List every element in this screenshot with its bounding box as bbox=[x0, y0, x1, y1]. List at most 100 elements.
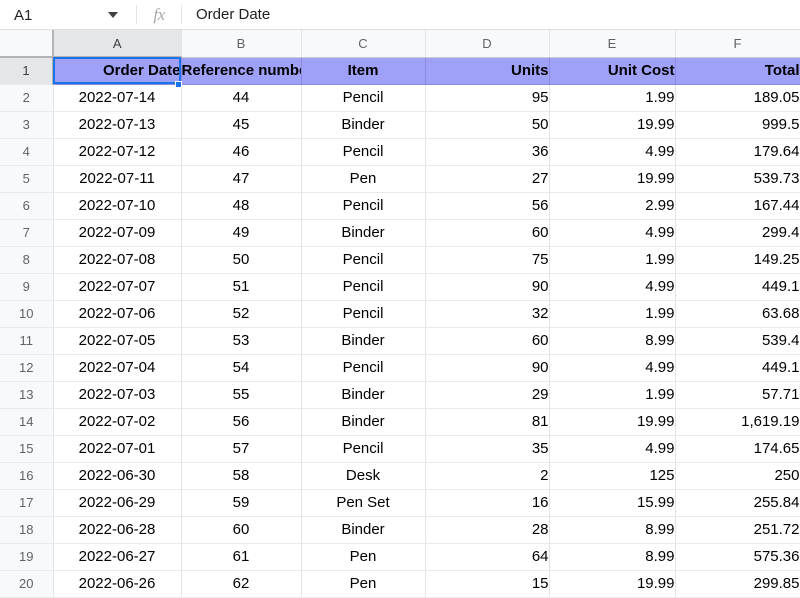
column-header-e[interactable]: E bbox=[549, 30, 676, 58]
row-header-7[interactable]: 7 bbox=[0, 219, 54, 247]
cell-f8[interactable]: 149.25 bbox=[675, 246, 800, 274]
cell-d13[interactable]: 29 bbox=[425, 381, 550, 409]
table-row[interactable]: 14 2022-07-02 56 Binder 81 19.99 1,619.19 bbox=[0, 408, 800, 436]
cell-c2[interactable]: Pencil bbox=[301, 84, 426, 112]
cell-c16[interactable]: Desk bbox=[301, 462, 426, 490]
chevron-down-icon[interactable] bbox=[108, 12, 118, 18]
cell-a2[interactable]: 2022-07-14 bbox=[53, 84, 182, 112]
table-row[interactable]: 9 2022-07-07 51 Pencil 90 4.99 449.1 bbox=[0, 273, 800, 301]
cell-a6[interactable]: 2022-07-10 bbox=[53, 192, 182, 220]
table-row[interactable]: 12 2022-07-04 54 Pencil 90 4.99 449.1 bbox=[0, 354, 800, 382]
cell-a16[interactable]: 2022-06-30 bbox=[53, 462, 182, 490]
cell-e7[interactable]: 4.99 bbox=[549, 219, 676, 247]
cell-a17[interactable]: 2022-06-29 bbox=[53, 489, 182, 517]
row-header-15[interactable]: 15 bbox=[0, 435, 54, 463]
cell-f12[interactable]: 449.1 bbox=[675, 354, 800, 382]
cell-d8[interactable]: 75 bbox=[425, 246, 550, 274]
cell-c3[interactable]: Binder bbox=[301, 111, 426, 139]
cell-e19[interactable]: 8.99 bbox=[549, 543, 676, 571]
cell-b13[interactable]: 55 bbox=[181, 381, 302, 409]
cell-a1[interactable]: Order Date bbox=[53, 57, 182, 85]
cell-c8[interactable]: Pencil bbox=[301, 246, 426, 274]
cell-f10[interactable]: 63.68 bbox=[675, 300, 800, 328]
cell-c15[interactable]: Pencil bbox=[301, 435, 426, 463]
cell-d18[interactable]: 28 bbox=[425, 516, 550, 544]
table-row[interactable]: 16 2022-06-30 58 Desk 2 125 250 bbox=[0, 462, 800, 490]
cell-c17[interactable]: Pen Set bbox=[301, 489, 426, 517]
cell-e16[interactable]: 125 bbox=[549, 462, 676, 490]
row-header-12[interactable]: 12 bbox=[0, 354, 54, 382]
cell-c5[interactable]: Pen bbox=[301, 165, 426, 193]
column-header-f[interactable]: F bbox=[675, 30, 800, 58]
column-header-d[interactable]: D bbox=[425, 30, 550, 58]
cell-f11[interactable]: 539.4 bbox=[675, 327, 800, 355]
cell-b6[interactable]: 48 bbox=[181, 192, 302, 220]
cell-b18[interactable]: 60 bbox=[181, 516, 302, 544]
cell-e4[interactable]: 4.99 bbox=[549, 138, 676, 166]
row-header-20[interactable]: 20 bbox=[0, 570, 54, 598]
cell-f13[interactable]: 57.71 bbox=[675, 381, 800, 409]
cell-e2[interactable]: 1.99 bbox=[549, 84, 676, 112]
cell-a15[interactable]: 2022-07-01 bbox=[53, 435, 182, 463]
row-header-8[interactable]: 8 bbox=[0, 246, 54, 274]
cell-b3[interactable]: 45 bbox=[181, 111, 302, 139]
cell-d15[interactable]: 35 bbox=[425, 435, 550, 463]
cell-e12[interactable]: 4.99 bbox=[549, 354, 676, 382]
row-header-18[interactable]: 18 bbox=[0, 516, 54, 544]
row-header-6[interactable]: 6 bbox=[0, 192, 54, 220]
cell-e10[interactable]: 1.99 bbox=[549, 300, 676, 328]
row-header-19[interactable]: 19 bbox=[0, 543, 54, 571]
cell-a14[interactable]: 2022-07-02 bbox=[53, 408, 182, 436]
cell-e5[interactable]: 19.99 bbox=[549, 165, 676, 193]
cell-f16[interactable]: 250 bbox=[675, 462, 800, 490]
cell-f14[interactable]: 1,619.19 bbox=[675, 408, 800, 436]
table-row[interactable]: 1 Order Date Reference number Item Units… bbox=[0, 57, 800, 85]
row-header-5[interactable]: 5 bbox=[0, 165, 54, 193]
row-header-1[interactable]: 1 bbox=[0, 57, 54, 85]
cell-f20[interactable]: 299.85 bbox=[675, 570, 800, 598]
cell-f15[interactable]: 174.65 bbox=[675, 435, 800, 463]
cell-b8[interactable]: 50 bbox=[181, 246, 302, 274]
cell-e9[interactable]: 4.99 bbox=[549, 273, 676, 301]
cell-a13[interactable]: 2022-07-03 bbox=[53, 381, 182, 409]
cell-a10[interactable]: 2022-07-06 bbox=[53, 300, 182, 328]
cell-e18[interactable]: 8.99 bbox=[549, 516, 676, 544]
cell-a20[interactable]: 2022-06-26 bbox=[53, 570, 182, 598]
table-row[interactable]: 18 2022-06-28 60 Binder 28 8.99 251.72 bbox=[0, 516, 800, 544]
cell-b9[interactable]: 51 bbox=[181, 273, 302, 301]
row-header-14[interactable]: 14 bbox=[0, 408, 54, 436]
row-header-10[interactable]: 10 bbox=[0, 300, 54, 328]
cell-a7[interactable]: 2022-07-09 bbox=[53, 219, 182, 247]
cell-b12[interactable]: 54 bbox=[181, 354, 302, 382]
cell-d9[interactable]: 90 bbox=[425, 273, 550, 301]
cell-c18[interactable]: Binder bbox=[301, 516, 426, 544]
cell-a12[interactable]: 2022-07-04 bbox=[53, 354, 182, 382]
cell-a8[interactable]: 2022-07-08 bbox=[53, 246, 182, 274]
cell-b16[interactable]: 58 bbox=[181, 462, 302, 490]
cell-f17[interactable]: 255.84 bbox=[675, 489, 800, 517]
row-header-11[interactable]: 11 bbox=[0, 327, 54, 355]
name-box[interactable]: A1 bbox=[0, 0, 136, 30]
table-row[interactable]: 3 2022-07-13 45 Binder 50 19.99 999.5 bbox=[0, 111, 800, 139]
cell-a18[interactable]: 2022-06-28 bbox=[53, 516, 182, 544]
cell-f7[interactable]: 299.4 bbox=[675, 219, 800, 247]
cell-c6[interactable]: Pencil bbox=[301, 192, 426, 220]
cell-f19[interactable]: 575.36 bbox=[675, 543, 800, 571]
table-row[interactable]: 6 2022-07-10 48 Pencil 56 2.99 167.44 bbox=[0, 192, 800, 220]
cell-d10[interactable]: 32 bbox=[425, 300, 550, 328]
row-header-9[interactable]: 9 bbox=[0, 273, 54, 301]
row-header-3[interactable]: 3 bbox=[0, 111, 54, 139]
cell-d17[interactable]: 16 bbox=[425, 489, 550, 517]
cell-d3[interactable]: 50 bbox=[425, 111, 550, 139]
cell-c11[interactable]: Binder bbox=[301, 327, 426, 355]
cell-b1[interactable]: Reference number bbox=[181, 57, 302, 85]
table-row[interactable]: 7 2022-07-09 49 Binder 60 4.99 299.4 bbox=[0, 219, 800, 247]
cell-d7[interactable]: 60 bbox=[425, 219, 550, 247]
cell-c14[interactable]: Binder bbox=[301, 408, 426, 436]
cell-d1[interactable]: Units bbox=[425, 57, 550, 85]
formula-input[interactable]: Order Date bbox=[182, 0, 800, 29]
cell-d20[interactable]: 15 bbox=[425, 570, 550, 598]
cell-d4[interactable]: 36 bbox=[425, 138, 550, 166]
table-row[interactable]: 8 2022-07-08 50 Pencil 75 1.99 149.25 bbox=[0, 246, 800, 274]
cell-c9[interactable]: Pencil bbox=[301, 273, 426, 301]
